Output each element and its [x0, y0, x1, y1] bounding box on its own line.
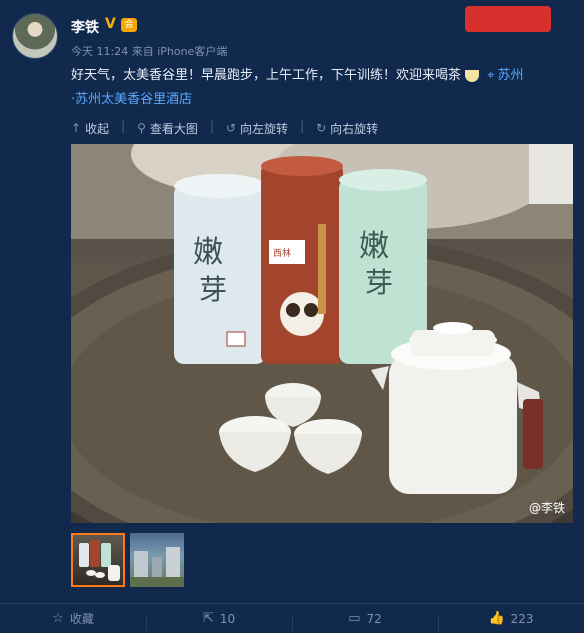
divider: |: [300, 119, 305, 133]
tea-emoji-icon: [465, 69, 480, 82]
svg-text:芽: 芽: [365, 266, 393, 299]
like-button[interactable]: 👍 223: [438, 611, 584, 631]
location-pin-icon: ⌖: [487, 68, 495, 83]
thumb-up-icon: 👍: [488, 611, 505, 626]
comment-count: 72: [366, 611, 382, 626]
svg-text:芽: 芽: [199, 273, 227, 306]
magnifier-icon: ⚲: [137, 121, 146, 135]
post-body: 好天气，太美香谷里！早晨跑步，上午工作，下午训练！欢迎来喝茶 ⌖ 苏州 ·苏州太美…: [71, 64, 571, 112]
divider: |: [121, 119, 126, 133]
up-arrow-icon: ↑: [71, 121, 82, 135]
vip-badge-icon: 会: [121, 18, 137, 32]
repost-button[interactable]: ⇱ 10: [146, 611, 292, 631]
rotate-right-button[interactable]: ↻ 向右旋转: [316, 119, 378, 137]
collapse-label: 收起: [85, 121, 110, 136]
repost-count: 10: [219, 611, 236, 626]
star-icon: ☆: [52, 611, 64, 626]
thumbnail-1-image: [79, 540, 120, 581]
rotate-right-icon: ↻: [316, 121, 327, 135]
image-toolbar: ↑ 收起 | ⚲ 查看大图 | ↺ 向左旋转 | ↻ 向右旋转: [71, 119, 378, 137]
rotate-right-label: 向右旋转: [330, 121, 379, 136]
avatar[interactable]: [12, 13, 58, 59]
svg-text:西林: 西林: [273, 247, 291, 259]
favorite-label: 收藏: [69, 612, 94, 626]
comment-icon: ▭: [348, 611, 361, 626]
post-source: 来自 iPhone客户端: [131, 45, 228, 58]
comment-button[interactable]: ▭ 72: [292, 611, 438, 631]
favorite-button[interactable]: ☆ 收藏: [0, 610, 146, 627]
view-large-button[interactable]: ⚲ 查看大图: [137, 119, 198, 137]
svg-text:嫩: 嫩: [359, 229, 389, 264]
post-meta: 今天 11:24 来自 iPhone客户端: [71, 43, 227, 59]
verified-badge-icon: V: [105, 16, 116, 32]
thumbnail-strip: [71, 533, 184, 587]
location-place-link[interactable]: ·苏州太美香谷里酒店: [71, 92, 192, 107]
image-watermark: @李铁: [528, 501, 565, 515]
thumbnail-1[interactable]: [71, 533, 125, 587]
svg-text:嫩: 嫩: [193, 235, 223, 270]
event-logo: [465, 6, 551, 32]
divider: |: [209, 119, 214, 133]
repost-icon: ⇱: [202, 611, 214, 626]
thumbnail-2-image: [130, 547, 184, 587]
post-text: 好天气，太美香谷里！早晨跑步，上午工作，下午训练！欢迎来喝茶: [71, 68, 462, 83]
location-city-link[interactable]: 苏州: [497, 68, 523, 83]
post-image[interactable]: 嫩 芽 西林 嫩 芽 @李铁: [71, 144, 573, 523]
thumbnail-2[interactable]: [130, 533, 184, 587]
rotate-left-button[interactable]: ↺ 向左旋转: [226, 119, 288, 137]
weibo-post-card: 李铁 V 会 今天 11:24 来自 iPhone客户端 好天气，太美香谷里！早…: [0, 0, 584, 633]
username[interactable]: 李铁: [71, 17, 99, 37]
collapse-button[interactable]: ↑ 收起: [71, 119, 109, 137]
rotate-left-label: 向左旋转: [240, 121, 289, 136]
view-large-label: 查看大图: [149, 121, 198, 136]
action-bar: ☆ 收藏 ⇱ 10 ▭ 72 👍 223: [0, 603, 584, 633]
rotate-left-icon: ↺: [225, 121, 237, 135]
like-count: 223: [510, 611, 534, 626]
post-time[interactable]: 今天 11:24: [71, 45, 128, 58]
tea-scene-illustration: 嫩 芽 西林 嫩 芽: [71, 144, 573, 523]
